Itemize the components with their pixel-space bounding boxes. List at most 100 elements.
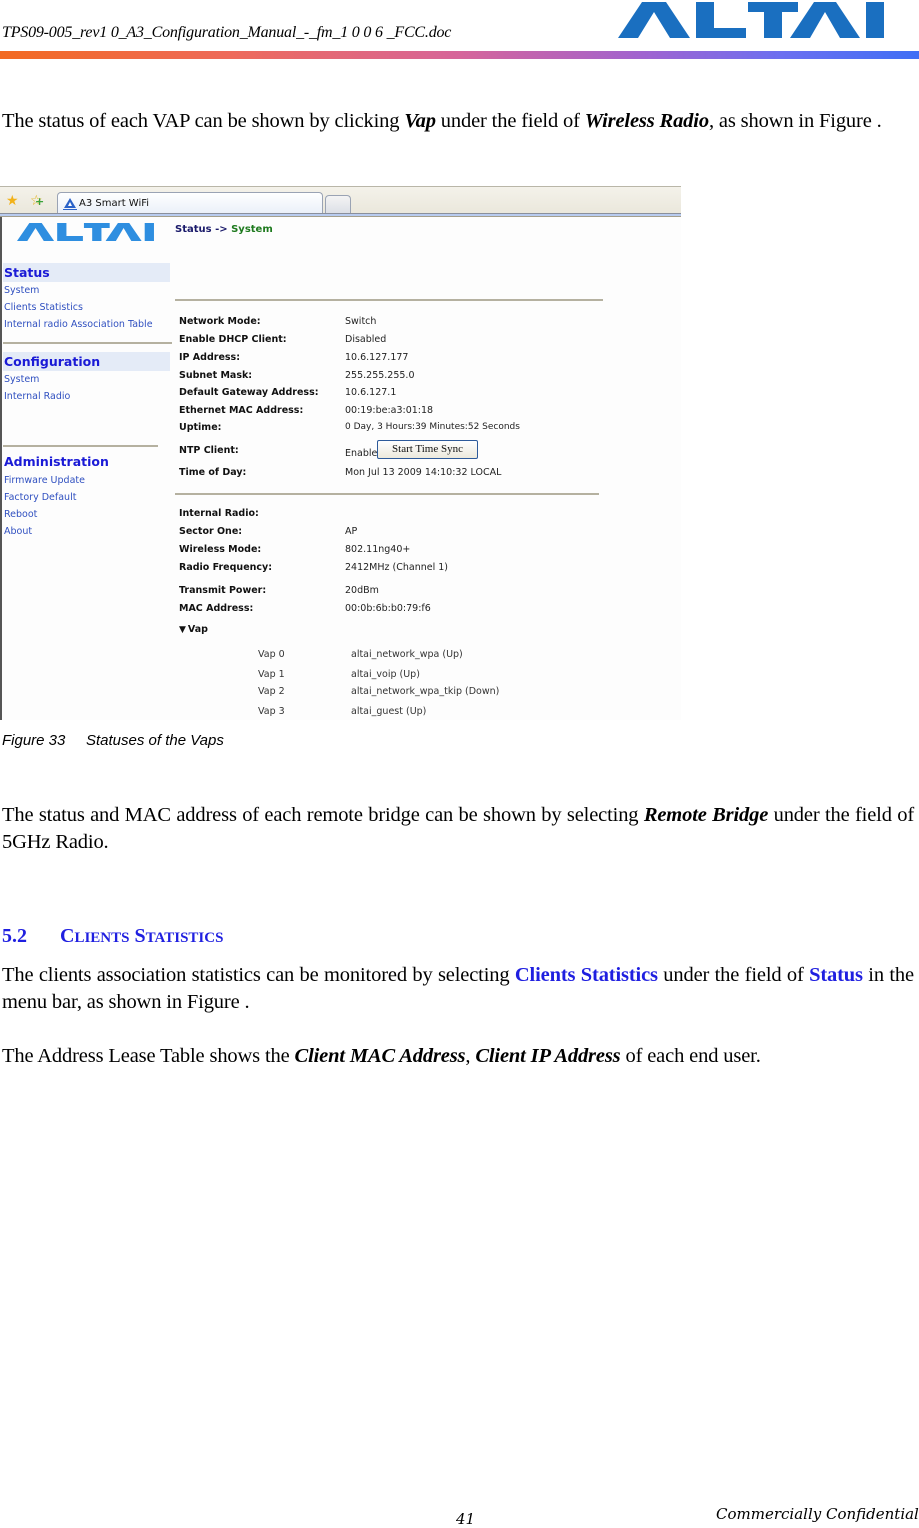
sidebar-divider <box>3 342 172 344</box>
window-left-border <box>0 217 2 720</box>
content-divider <box>175 299 603 301</box>
field-value: 0 Day, 3 Hours:39 Minutes:52 Seconds <box>345 422 520 432</box>
breadcrumb-page: System <box>231 224 273 235</box>
figure-screenshot: ★ ☆ + A3 Smart WiFi Status -> System Sta… <box>0 186 681 720</box>
sidebar-item-clients-statistics[interactable]: Clients Statistics <box>4 302 83 314</box>
header-gradient-rule <box>0 51 919 59</box>
vap-name: Vap 2 <box>258 686 285 697</box>
vap-name: Vap 1 <box>258 669 285 680</box>
field-value: AP <box>345 526 358 537</box>
sidebar-item-about[interactable]: About <box>4 526 32 538</box>
field-label: Ethernet MAC Address: <box>179 405 304 416</box>
field-label: Network Mode: <box>179 316 261 327</box>
section-number: 5.2 <box>2 925 27 947</box>
vap-status: altai_voip (Up) <box>351 669 420 680</box>
altai-logo <box>618 2 884 38</box>
field-value: Switch <box>345 316 377 327</box>
sidebar-item-reboot[interactable]: Reboot <box>4 509 37 521</box>
emphasis-client-ip: Client IP Address <box>475 1045 621 1067</box>
sidebar-group-configuration[interactable]: Configuration <box>3 352 170 371</box>
sidebar-item-internal-radio-association-table[interactable]: Internal radio Association Table <box>4 319 153 331</box>
breadcrumb-separator: -> <box>215 224 228 235</box>
field-value: Disabled <box>345 334 387 345</box>
field-value: 802.11ng40+ <box>345 544 411 555</box>
sidebar-item-config-system[interactable]: System <box>4 374 39 386</box>
confidentiality-notice: Commercially Confidential <box>716 1505 919 1523</box>
figure-caption-text: Statuses of the Vaps <box>86 732 224 749</box>
field-label: Radio Frequency: <box>179 562 273 573</box>
vap-status: altai_guest (Up) <box>351 706 427 717</box>
text: , as shown in Figure . <box>708 110 882 132</box>
browser-tab-bar: ★ ☆ + A3 Smart WiFi <box>0 186 681 217</box>
intro-paragraph: The status of each VAP can be shown by c… <box>2 108 914 135</box>
field-label: Default Gateway Address: <box>179 387 319 398</box>
vap-status: altai_network_wpa (Up) <box>351 649 463 660</box>
field-value: 00:0b:6b:b0:79:f6 <box>345 603 431 614</box>
start-time-sync-button[interactable]: Start Time Sync <box>377 440 478 459</box>
text: under the field of <box>657 964 810 986</box>
sidebar-group-administration[interactable]: Administration <box>3 452 170 471</box>
text: The status and MAC address of each remot… <box>2 804 644 826</box>
figure-number: Figure 33 <box>2 732 66 749</box>
document-title: TPS09-005_rev1 0_A3_Configuration_Manual… <box>2 24 452 41</box>
vap-status: altai_network_wpa_tkip (Down) <box>351 686 500 697</box>
vap-expand-toggle[interactable]: ▼ Vap <box>179 624 208 635</box>
field-value: 2412MHz (Channel 1) <box>345 562 449 573</box>
field-value: 10.6.127.177 <box>345 352 409 363</box>
text: of each end user. <box>620 1045 761 1067</box>
breadcrumb: Status -> System <box>175 224 273 235</box>
vap-name: Vap 3 <box>258 706 285 717</box>
sidebar-item-factory-default[interactable]: Factory Default <box>4 492 76 504</box>
clients-statistics-reference: Clients Statistics <box>514 964 658 986</box>
field-value: 20dBm <box>345 585 379 596</box>
field-label: Enable DHCP Client: <box>179 334 287 345</box>
lease-paragraph: The Address Lease Table shows the Client… <box>2 1043 914 1070</box>
section-title-part: TATISTICS <box>145 930 224 946</box>
field-label: Internal Radio: <box>179 508 259 519</box>
add-bookmark-icon[interactable]: ☆ + <box>30 194 44 208</box>
breadcrumb-section[interactable]: Status <box>175 224 212 235</box>
clients-paragraph: The clients association statistics can b… <box>2 962 914 1016</box>
text: The clients association statistics can b… <box>2 964 515 986</box>
vap-toggle-label: Vap <box>187 624 208 635</box>
field-label: Uptime: <box>179 422 222 433</box>
text: , <box>465 1045 476 1067</box>
sidebar-group-status[interactable]: Status <box>3 263 170 282</box>
text: under the field of <box>435 110 585 132</box>
altai-favicon-icon <box>63 198 77 210</box>
app-altai-logo <box>17 223 154 241</box>
figure-caption: Figure 33 Statuses of the Vaps <box>2 732 224 749</box>
section-title-part: S <box>134 925 146 947</box>
emphasis-vap: Vap <box>404 110 436 132</box>
field-value: 10.6.127.1 <box>345 387 397 398</box>
text: The status of each VAP can be shown by c… <box>2 110 405 132</box>
field-value: 255.255.255.0 <box>345 370 415 381</box>
sidebar-item-firmware-update[interactable]: Firmware Update <box>4 475 85 487</box>
field-value: Enable <box>345 448 378 459</box>
content-divider <box>175 493 599 495</box>
sidebar-divider <box>3 445 158 447</box>
section-title-part: C <box>60 925 75 947</box>
field-label: Sector One: <box>179 526 243 537</box>
section-heading: 5.2 CLIENTS STATISTICS <box>2 925 223 948</box>
emphasis-wireless-radio: Wireless Radio <box>584 110 709 132</box>
emphasis-client-mac: Client MAC Address <box>294 1045 466 1067</box>
field-label: IP Address: <box>179 352 240 363</box>
remote-bridge-paragraph: The status and MAC address of each remot… <box>2 802 914 856</box>
emphasis-remote-bridge: Remote Bridge <box>643 804 769 826</box>
field-label: Wireless Mode: <box>179 544 262 555</box>
status-reference: Status <box>809 964 863 986</box>
triangle-down-icon: ▼ <box>179 625 186 635</box>
sidebar-item-status-system[interactable]: System <box>4 285 39 297</box>
sidebar-item-internal-radio[interactable]: Internal Radio <box>4 391 70 403</box>
field-label: Subnet Mask: <box>179 370 253 381</box>
field-value: Mon Jul 13 2009 14:10:32 LOCAL <box>345 467 502 478</box>
field-label: Time of Day: <box>179 467 247 478</box>
tab-title: A3 Smart WiFi <box>79 198 150 209</box>
field-label: MAC Address: <box>179 603 254 614</box>
tab-underline <box>0 213 681 217</box>
section-title-part: LIENTS <box>74 930 130 946</box>
field-value: 00:19:be:a3:01:18 <box>345 405 434 416</box>
vap-name: Vap 0 <box>258 649 285 660</box>
bookmark-star-icon[interactable]: ★ <box>6 194 19 208</box>
